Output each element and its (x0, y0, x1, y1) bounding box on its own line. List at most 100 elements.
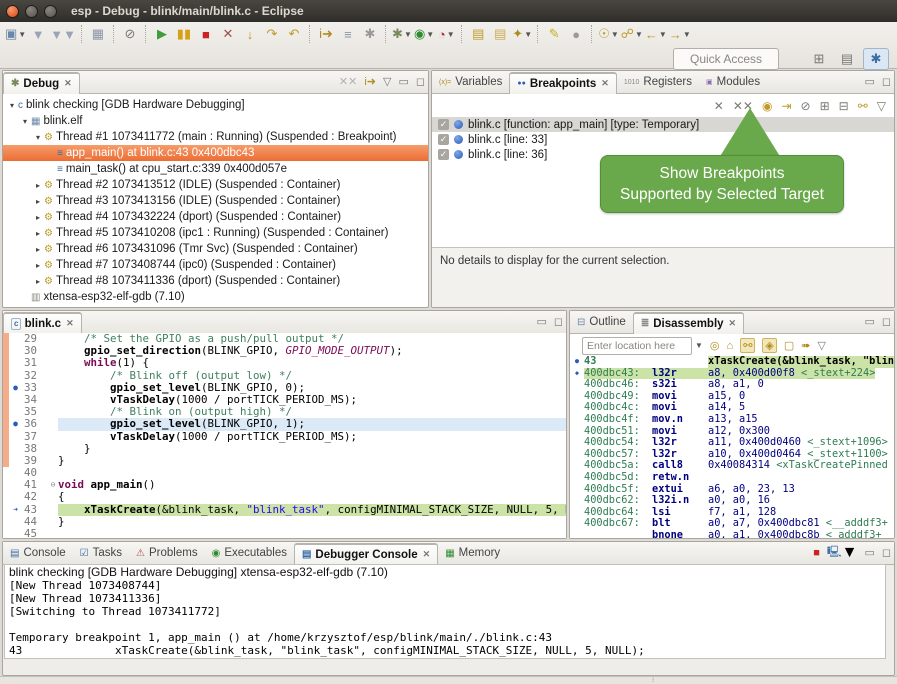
remove-all-terminated-button[interactable]: ✕✕ (339, 75, 357, 88)
debugger-console-output[interactable]: blink checking [GDB Hardware Debugging] … (4, 564, 886, 659)
close-icon[interactable]: ✕ (64, 78, 72, 89)
debug-tree-item[interactable]: ▥xtensa-esp32-elf-gdb (7.10) (3, 289, 428, 305)
tab-memory[interactable]: ▦Memory (438, 543, 507, 564)
code-line[interactable]: 45 (3, 528, 566, 538)
step-into-button[interactable]: ↓ (240, 24, 260, 44)
step-filters-button[interactable]: ✱ (360, 24, 380, 44)
run-dropdown-button[interactable]: ◉▼ (414, 24, 434, 44)
view-menu-button[interactable]: ▽ (877, 99, 886, 113)
resume-button[interactable]: ▶ (152, 24, 172, 44)
maximize-window-button[interactable] (44, 5, 57, 18)
minimize-button[interactable]: ▭ (398, 75, 408, 88)
tab-outline[interactable]: ⊟Outline (570, 312, 633, 333)
gutter[interactable] (9, 479, 22, 491)
location-dropdown-icon[interactable]: ▼ (695, 341, 703, 350)
breakpoint-marker-icon[interactable]: ● (9, 418, 22, 430)
gutter[interactable] (9, 345, 22, 357)
display-selected-console-button[interactable]: 🖳 (827, 543, 842, 562)
dropdown-arrow-icon[interactable]: ▼ (18, 30, 26, 39)
debug-tree-item[interactable]: ≡main_task() at cpu_start.c:339 0x400d05… (3, 161, 428, 177)
skip-all-breakpoints-button[interactable]: ⊘ (120, 24, 140, 44)
home-button[interactable]: ⌂ (727, 340, 734, 352)
tab-executables[interactable]: ◉Executables (205, 543, 294, 564)
tab-console[interactable]: ▤Console (3, 543, 73, 564)
debug-tree-item[interactable]: ▾▦blink.elf (3, 113, 428, 129)
instruction-stepping-button[interactable]: i➜ (316, 24, 336, 44)
gutter[interactable] (9, 431, 22, 443)
instruction-stepping-mode-button[interactable]: i➜ (364, 75, 376, 88)
minimize-button[interactable]: ▭ (536, 315, 546, 328)
debug-tree-item[interactable]: ▸⚙Thread #3 1073413156 (IDLE) (Suspended… (3, 193, 428, 209)
code-editor-area[interactable]: 29 /* Set the GPIO as a push/pull output… (3, 333, 566, 538)
minimize-button[interactable]: ▭ (864, 75, 874, 88)
gutter[interactable] (9, 333, 22, 345)
view-menu-button[interactable]: ▽ (383, 75, 391, 88)
open-element-button[interactable]: ▤ (468, 24, 488, 44)
tab-variables[interactable]: (x)=Variables (432, 72, 509, 93)
terminate-console-button[interactable]: ■ (813, 547, 820, 559)
step-return-button[interactable]: ↶ (284, 24, 304, 44)
collapse-all-button[interactable]: ⊟ (839, 99, 849, 113)
debug-dropdown-button[interactable]: ✱▼ (392, 24, 412, 44)
tree-down-arrow-icon[interactable]: ▾ (7, 101, 17, 110)
code-line[interactable]: ➜43 xTaskCreate(&blink_task, "blink_task… (3, 504, 566, 516)
tab-debugger-console[interactable]: ▤Debugger Console✕ (294, 543, 438, 565)
refresh-view-button[interactable]: ◎ (710, 339, 720, 352)
last-edit-location-button[interactable]: ☉▼ (598, 24, 619, 44)
save-all-button[interactable]: ▼▼ (50, 24, 76, 44)
code-line[interactable]: 38 } (3, 443, 566, 455)
tree-right-arrow-icon[interactable]: ▸ (33, 197, 43, 206)
goto-last-edit-button[interactable]: ☍▼ (621, 24, 643, 44)
breakpoint-row[interactable]: ✓blink.c [line: 33] (432, 132, 894, 147)
debug-tree-item[interactable]: ▸⚙Thread #8 1073411336 (dport) (Suspende… (3, 273, 428, 289)
debug-tree-item[interactable]: ▸⚙Thread #5 1073410208 (ipc1 : Running) … (3, 225, 428, 241)
gutter[interactable] (9, 357, 22, 369)
terminate-button[interactable]: ■ (196, 24, 216, 44)
gutter[interactable] (9, 370, 22, 382)
dropdown-arrow-icon[interactable]: ▼ (611, 30, 619, 39)
copy-button[interactable]: ▢ (784, 339, 794, 352)
tab-problems[interactable]: ⚠Problems (129, 543, 205, 564)
suspend-button[interactable]: ▮▮ (174, 24, 194, 44)
tab-blink-c[interactable]: c blink.c ✕ (3, 312, 82, 334)
tree-right-arrow-icon[interactable]: ▸ (33, 245, 43, 254)
maximize-button[interactable]: ◻ (882, 315, 891, 328)
tree-down-arrow-icon[interactable]: ▾ (33, 133, 43, 142)
cpp-perspective-button[interactable]: ▤ (835, 49, 859, 69)
location-input[interactable]: Enter location here (582, 337, 692, 355)
skip-all-breakpoints-button[interactable]: ⊘ (801, 99, 811, 113)
gutter[interactable] (9, 394, 22, 406)
breakpoint-checkbox[interactable]: ✓ (438, 134, 449, 145)
binary-button[interactable]: ▦ (88, 24, 108, 44)
disasm-row[interactable]: 400dbc4f:mov.na13, a15 (570, 414, 894, 426)
drop-to-frame-button[interactable]: ≡ (338, 24, 358, 44)
tree-right-arrow-icon[interactable]: ▸ (33, 181, 43, 190)
export-button[interactable]: ➠ (801, 339, 810, 352)
debug-tree-item[interactable]: ▸⚙Thread #7 1073408744 (ipc0) (Suspended… (3, 257, 428, 273)
disasm-row[interactable]: bnonea0, a1, 0x400dbc8b <_adddf3+ (570, 530, 894, 538)
gutter[interactable] (9, 491, 22, 503)
debug-tree-item[interactable]: ▸⚙Thread #2 1073413512 (IDLE) (Suspended… (3, 177, 428, 193)
gutter[interactable] (9, 455, 22, 467)
maximize-button[interactable]: ◻ (882, 546, 891, 559)
tab-disassembly[interactable]: ≣Disassembly✕ (633, 312, 744, 334)
minimize-button[interactable]: ▭ (864, 315, 874, 328)
maximize-button[interactable]: ◻ (416, 75, 425, 88)
code-line[interactable]: 44} (3, 516, 566, 528)
code-line[interactable]: 39} (3, 455, 566, 467)
gutter[interactable] (9, 516, 22, 528)
dropdown-arrow-icon[interactable]: ▼ (683, 30, 691, 39)
debug-tree-item[interactable]: ▾⚙Thread #1 1073411772 (main : Running) … (3, 129, 428, 145)
debug-tree-item[interactable]: ▸⚙Thread #6 1073431096 (Tmr Svc) (Suspen… (3, 241, 428, 257)
maximize-button[interactable]: ◻ (554, 315, 563, 328)
step-over-button[interactable]: ↷ (262, 24, 282, 44)
go-to-file-button[interactable]: ⇥ (781, 99, 791, 113)
gutter[interactable] (9, 406, 22, 418)
annotations-button[interactable]: ● (566, 24, 586, 44)
save-button[interactable]: ▼ (28, 24, 48, 44)
view-menu-button[interactable]: ▽ (818, 339, 826, 352)
close-window-button[interactable] (6, 5, 19, 18)
minimize-window-button[interactable] (25, 5, 38, 18)
forward-button[interactable]: →▼ (669, 24, 691, 44)
show-source-button[interactable]: ⚯ (740, 338, 755, 353)
